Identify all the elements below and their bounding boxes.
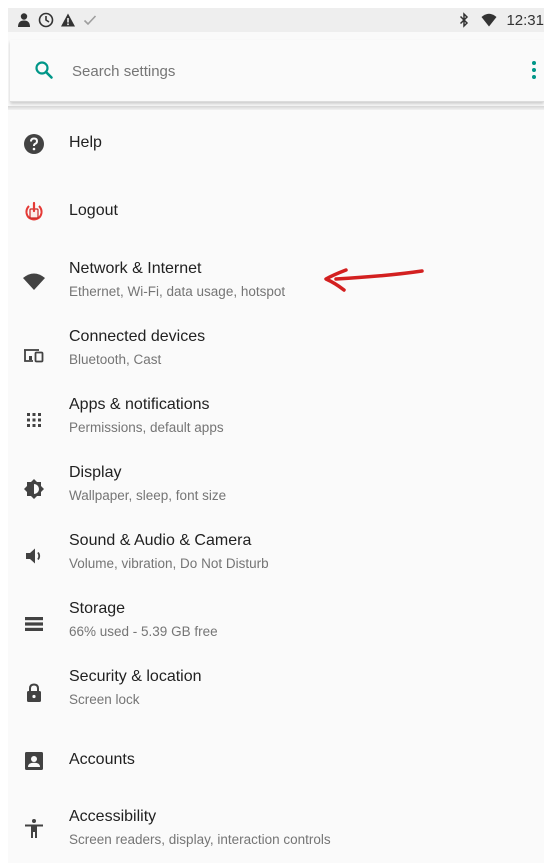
setting-summary: 66% used - 5.39 GB free: [69, 624, 218, 639]
setting-title: Help: [69, 134, 102, 151]
volume-icon: [26, 548, 41, 564]
check-icon: [83, 15, 97, 26]
annotation-arrow: [324, 268, 424, 292]
search-bar: [10, 40, 544, 102]
lock-icon: [27, 683, 41, 702]
setting-title: Display: [69, 464, 122, 481]
setting-summary: Wallpaper, sleep, font size: [69, 488, 227, 503]
devices-icon: [24, 349, 44, 363]
setting-help[interactable]: Help: [8, 110, 544, 178]
setting-title: Storage: [69, 600, 126, 617]
setting-summary: Ethernet, Wi-Fi, data usage, hotspot: [69, 284, 286, 299]
status-bar: 12:31: [8, 8, 544, 32]
wifi-status-icon: [481, 13, 497, 27]
setting-summary: Volume, vibration, Do Not Disturb: [69, 556, 269, 571]
setting-accounts[interactable]: Accounts: [8, 722, 544, 790]
setting-accessibility[interactable]: Accessibility Screen readers, display, i…: [8, 790, 544, 858]
wifi-icon: [23, 273, 45, 290]
storage-icon: [25, 617, 43, 631]
status-time: 12:31: [506, 11, 544, 29]
search-input[interactable]: [72, 56, 492, 86]
setting-security-location[interactable]: Security & location Screen lock: [8, 654, 544, 722]
setting-title: Connected devices: [69, 328, 206, 345]
settings-screen: 12:31 Help: [8, 8, 544, 863]
bluetooth-icon: [460, 12, 469, 28]
search-icon[interactable]: [34, 60, 54, 80]
search-area: [8, 32, 544, 116]
clock-icon: [38, 12, 54, 28]
setting-title: Accounts: [69, 751, 135, 768]
apps-icon: [27, 413, 41, 427]
logout-icon: [25, 201, 43, 221]
setting-storage[interactable]: Storage 66% used - 5.39 GB free: [8, 586, 544, 654]
setting-title: Apps & notifications: [69, 396, 210, 413]
accessibility-icon: [25, 819, 43, 838]
setting-title: Logout: [69, 202, 118, 219]
setting-network-internet[interactable]: Network & Internet Ethernet, Wi-Fi, data…: [8, 246, 544, 314]
setting-summary: Screen lock: [69, 692, 140, 707]
setting-summary: Bluetooth, Cast: [69, 352, 162, 367]
more-options-icon[interactable]: [528, 58, 540, 82]
brightness-icon: [24, 479, 44, 499]
setting-logout[interactable]: Logout: [8, 178, 544, 246]
setting-title: Sound & Audio & Camera: [69, 532, 252, 549]
setting-summary: Screen readers, display, interaction con…: [69, 832, 331, 847]
help-icon: [24, 134, 44, 154]
setting-title: Accessibility: [69, 808, 157, 825]
setting-display[interactable]: Display Wallpaper, sleep, font size: [8, 450, 544, 518]
account-icon: [25, 752, 43, 770]
setting-apps-notifications[interactable]: Apps & notifications Permissions, defaul…: [8, 382, 544, 450]
setting-title: Security & location: [69, 668, 202, 685]
person-icon: [18, 13, 30, 27]
setting-sound-audio-camera[interactable]: Sound & Audio & Camera Volume, vibration…: [8, 518, 544, 586]
setting-connected-devices[interactable]: Connected devices Bluetooth, Cast: [8, 314, 544, 382]
warning-icon: [61, 13, 75, 27]
setting-title: Network & Internet: [69, 260, 202, 277]
setting-summary: Permissions, default apps: [69, 420, 224, 435]
